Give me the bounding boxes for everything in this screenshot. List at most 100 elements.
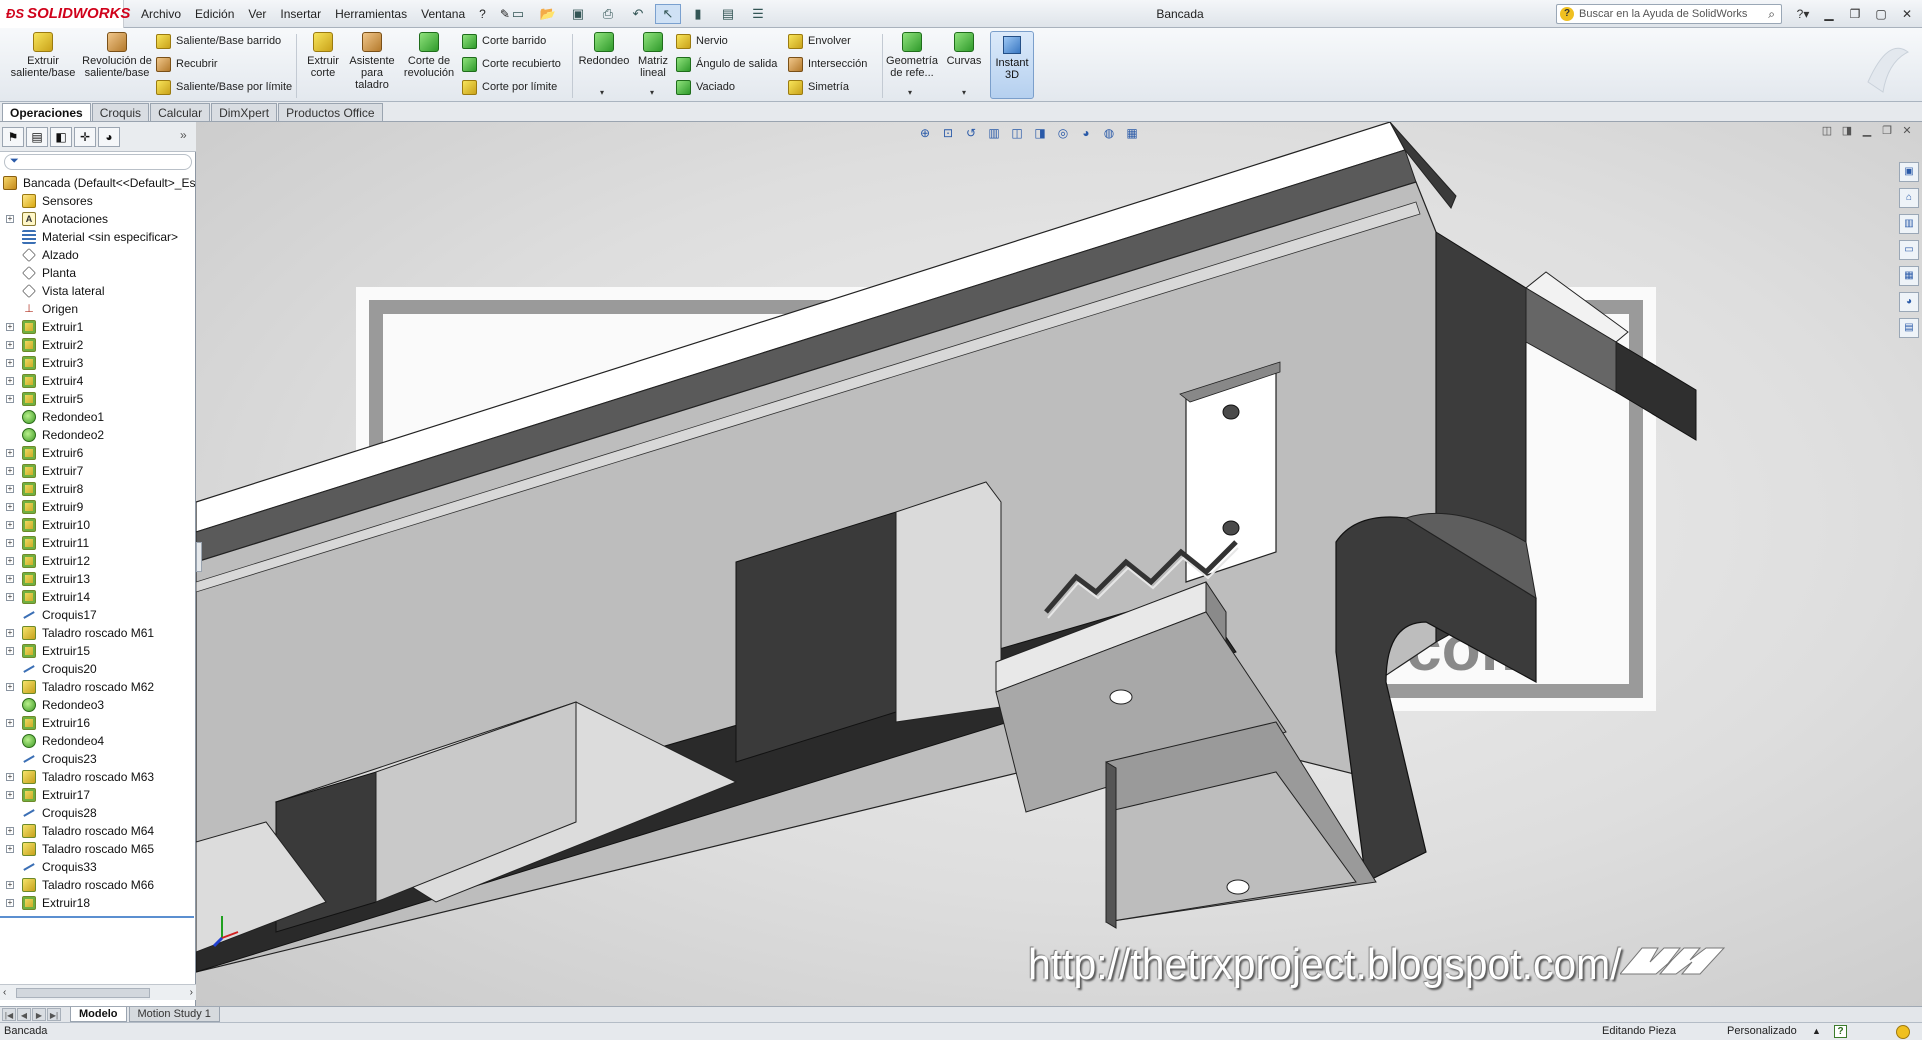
tree-item[interactable]: + Extruir3 xyxy=(0,354,196,372)
section-view-icon[interactable]: ▥ xyxy=(985,124,1003,142)
tree-item[interactable]: ⊥ Origen xyxy=(0,300,196,318)
print-icon[interactable]: ⎙ xyxy=(595,4,621,24)
expand-icon[interactable]: + xyxy=(6,449,14,457)
scroll-right-icon[interactable]: › xyxy=(190,985,193,1001)
tree-item[interactable]: Alzado xyxy=(0,246,196,264)
swept-cut-button[interactable]: Corte barrido xyxy=(462,32,546,50)
display-style-icon[interactable]: ◨ xyxy=(1031,124,1049,142)
viewport-restore-icon[interactable]: ❐ xyxy=(1880,124,1894,137)
lofted-cut-button[interactable]: Corte recubierto xyxy=(462,55,561,73)
expand-icon[interactable]: + xyxy=(6,683,14,691)
tab-calcular[interactable]: Calcular xyxy=(150,103,211,121)
expand-icon[interactable]: + xyxy=(6,341,14,349)
tree-item[interactable]: Redondeo4 xyxy=(0,732,196,750)
scroll-left-icon[interactable]: ‹ xyxy=(3,985,6,1001)
boundary-cut-button[interactable]: Corte por límite xyxy=(462,78,557,96)
tree-item[interactable]: Sensores xyxy=(0,192,196,210)
tab-dimxpert[interactable]: DimXpert xyxy=(211,103,278,121)
part-model[interactable]: com xyxy=(196,122,1922,1006)
tree-item[interactable]: + Extruir7 xyxy=(0,462,196,480)
restore-icon[interactable]: ❐ xyxy=(1844,4,1866,24)
tree-item[interactable]: Redondeo3 xyxy=(0,696,196,714)
tree-item[interactable]: + Taladro roscado M63 xyxy=(0,768,196,786)
expand-icon[interactable]: + xyxy=(6,593,14,601)
help-dropdown-icon[interactable]: ?▾ xyxy=(1792,4,1814,24)
viewport-close-icon[interactable]: ✕ xyxy=(1900,124,1914,137)
expand-icon[interactable]: + xyxy=(6,467,14,475)
scroll-thumb[interactable] xyxy=(16,988,150,998)
tree-item[interactable]: + Extruir1 xyxy=(0,318,196,336)
tree-item[interactable]: + Taladro roscado M65 xyxy=(0,840,196,858)
expand-icon[interactable]: + xyxy=(6,485,14,493)
tree-item[interactable]: + Taladro roscado M64 xyxy=(0,822,196,840)
undo-icon[interactable]: ↶ xyxy=(625,4,651,24)
status-units[interactable]: Personalizado xyxy=(1727,1023,1797,1040)
prev-tab-icon[interactable]: ◀ xyxy=(17,1008,31,1021)
file-properties-icon[interactable]: ▤ xyxy=(715,4,741,24)
previous-view-icon[interactable]: ↺ xyxy=(962,124,980,142)
quick-tips-icon[interactable]: ? xyxy=(1834,1025,1847,1038)
expand-icon[interactable]: + xyxy=(6,791,14,799)
tree-item[interactable]: + Extruir11 xyxy=(0,534,196,552)
tree-item[interactable]: + Taladro roscado M66 xyxy=(0,876,196,894)
tab-motion-study[interactable]: Motion Study 1 xyxy=(128,1007,220,1022)
curves-button[interactable]: Curvas xyxy=(942,32,986,67)
expand-icon[interactable]: + xyxy=(6,899,14,907)
tree-item[interactable]: Material <sin especificar> xyxy=(0,228,196,246)
custom-properties-icon[interactable]: ▤ xyxy=(1899,318,1919,338)
maximize-icon[interactable]: ▢ xyxy=(1870,4,1892,24)
tree-item[interactable]: + Extruir10 xyxy=(0,516,196,534)
expand-icon[interactable]: + xyxy=(6,719,14,727)
apply-scene-icon[interactable]: ◍ xyxy=(1100,124,1118,142)
fillet-button[interactable]: Redondeo xyxy=(576,32,632,67)
menu-archivo[interactable]: Archivo xyxy=(134,7,188,21)
instant3d-button[interactable]: Instant 3D xyxy=(990,31,1034,99)
tree-item[interactable]: + Extruir9 xyxy=(0,498,196,516)
fillet-dropdown-icon[interactable]: ▾ xyxy=(600,88,604,97)
viewport-split-icon[interactable]: ◨ xyxy=(1840,124,1854,137)
rib-button[interactable]: Nervio xyxy=(676,32,728,50)
expand-icon[interactable]: + xyxy=(6,395,14,403)
dimxpert-manager-tab-icon[interactable]: ✛ xyxy=(74,127,96,147)
property-manager-tab-icon[interactable]: ▤ xyxy=(26,127,48,147)
ref-geometry-dropdown-icon[interactable]: ▾ xyxy=(908,88,912,97)
last-tab-icon[interactable]: ▶| xyxy=(47,1008,61,1021)
revolve-boss-button[interactable]: Revolución de saliente/base xyxy=(82,32,152,79)
tab-modelo[interactable]: Modelo xyxy=(70,1007,127,1022)
tab-operaciones[interactable]: Operaciones xyxy=(2,103,91,121)
shell-button[interactable]: Vaciado xyxy=(676,78,735,96)
tree-item[interactable]: + Extruir12 xyxy=(0,552,196,570)
tree-item[interactable]: + Extruir4 xyxy=(0,372,196,390)
units-menu-icon[interactable]: ▲ xyxy=(1812,1023,1821,1040)
viewport-minimize-icon[interactable]: ▁ xyxy=(1860,124,1874,137)
select-icon[interactable]: ↖ xyxy=(655,4,681,24)
solidworks-logo[interactable]: ƉS SOLIDWORKS xyxy=(0,0,130,28)
tree-item[interactable]: + Extruir5 xyxy=(0,390,196,408)
bancada-part[interactable] xyxy=(196,122,1697,973)
tree-item[interactable]: + Extruir13 xyxy=(0,570,196,588)
intersect-button[interactable]: Intersección xyxy=(788,55,867,73)
tree-item[interactable]: Croquis33 xyxy=(0,858,196,876)
expand-icon[interactable]: + xyxy=(6,845,14,853)
hide-show-items-icon[interactable]: ◎ xyxy=(1054,124,1072,142)
display-manager-tab-icon[interactable]: ◕ xyxy=(98,127,120,147)
tree-item[interactable]: + Extruir6 xyxy=(0,444,196,462)
extrude-boss-button[interactable]: Extruir saliente/base xyxy=(6,32,80,79)
viewport-tile-icon[interactable]: ◫ xyxy=(1820,124,1834,137)
minimize-icon[interactable]: ▁ xyxy=(1818,4,1840,24)
appearances-icon[interactable]: ◕ xyxy=(1899,292,1919,312)
close-icon[interactable]: ✕ xyxy=(1896,4,1918,24)
first-tab-icon[interactable]: |◀ xyxy=(2,1008,16,1021)
expand-icon[interactable]: + xyxy=(6,647,14,655)
tree-item[interactable]: + Extruir17 xyxy=(0,786,196,804)
tree-item[interactable]: Croquis17 xyxy=(0,606,196,624)
expand-icon[interactable]: + xyxy=(6,377,14,385)
loft-button[interactable]: Recubrir xyxy=(156,55,218,73)
save-icon[interactable]: ▣ xyxy=(565,4,591,24)
zoom-to-area-icon[interactable]: ⊡ xyxy=(939,124,957,142)
help-search-input[interactable]: ? Buscar en la Ayuda de SolidWorks ⌕ xyxy=(1556,4,1782,24)
tree-item[interactable]: + Extruir16 xyxy=(0,714,196,732)
hole-wizard-button[interactable]: Asistente para taladro xyxy=(346,32,398,91)
tree-filter[interactable]: ⏷ xyxy=(4,154,192,170)
expand-icon[interactable]: + xyxy=(6,881,14,889)
